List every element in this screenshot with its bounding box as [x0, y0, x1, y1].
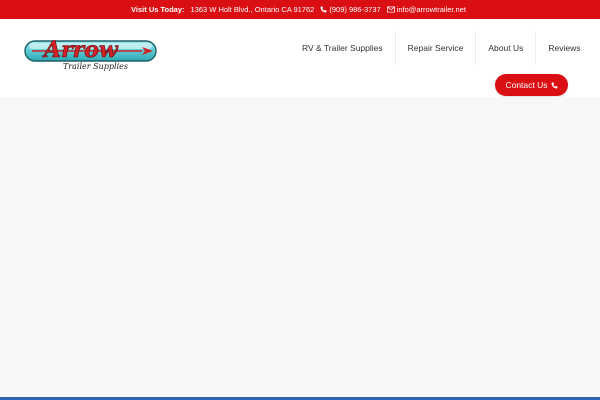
address-text: 1363 W Holt Blvd., Ontario CA 91762 — [190, 5, 315, 14]
contact-us-label: Contact Us — [505, 80, 548, 90]
nav-item-reviews[interactable]: Reviews — [536, 31, 592, 65]
arrow-trailer-supplies-logo[interactable]: Arrow Trailer Supplies — [22, 32, 159, 72]
envelope-icon — [386, 6, 395, 13]
nav-item-rv-trailer-supplies[interactable]: RV & Trailer Supplies — [290, 31, 395, 65]
phone-link[interactable]: (909) 986-3737 — [320, 5, 381, 14]
nav-item-about-us[interactable]: About Us — [476, 31, 535, 65]
email-link[interactable]: info@arrowtrailer.net — [386, 5, 466, 14]
phone-icon — [320, 6, 327, 13]
svg-text:Trailer Supplies: Trailer Supplies — [63, 62, 128, 71]
main-navigation: RV & Trailer Supplies Repair Service Abo… — [290, 31, 592, 65]
visit-label: Visit Us Today: — [131, 5, 185, 14]
svg-text:Arrow: Arrow — [42, 37, 119, 63]
phone-icon — [551, 82, 558, 89]
phone-number: (909) 986-3737 — [329, 5, 381, 14]
contact-us-button[interactable]: Contact Us — [495, 74, 568, 96]
main-content-area — [0, 97, 600, 397]
nav-item-repair-service[interactable]: Repair Service — [396, 31, 476, 65]
email-address: info@arrowtrailer.net — [396, 5, 466, 14]
top-info-bar: Visit Us Today: 1363 W Holt Blvd., Ontar… — [0, 0, 600, 19]
